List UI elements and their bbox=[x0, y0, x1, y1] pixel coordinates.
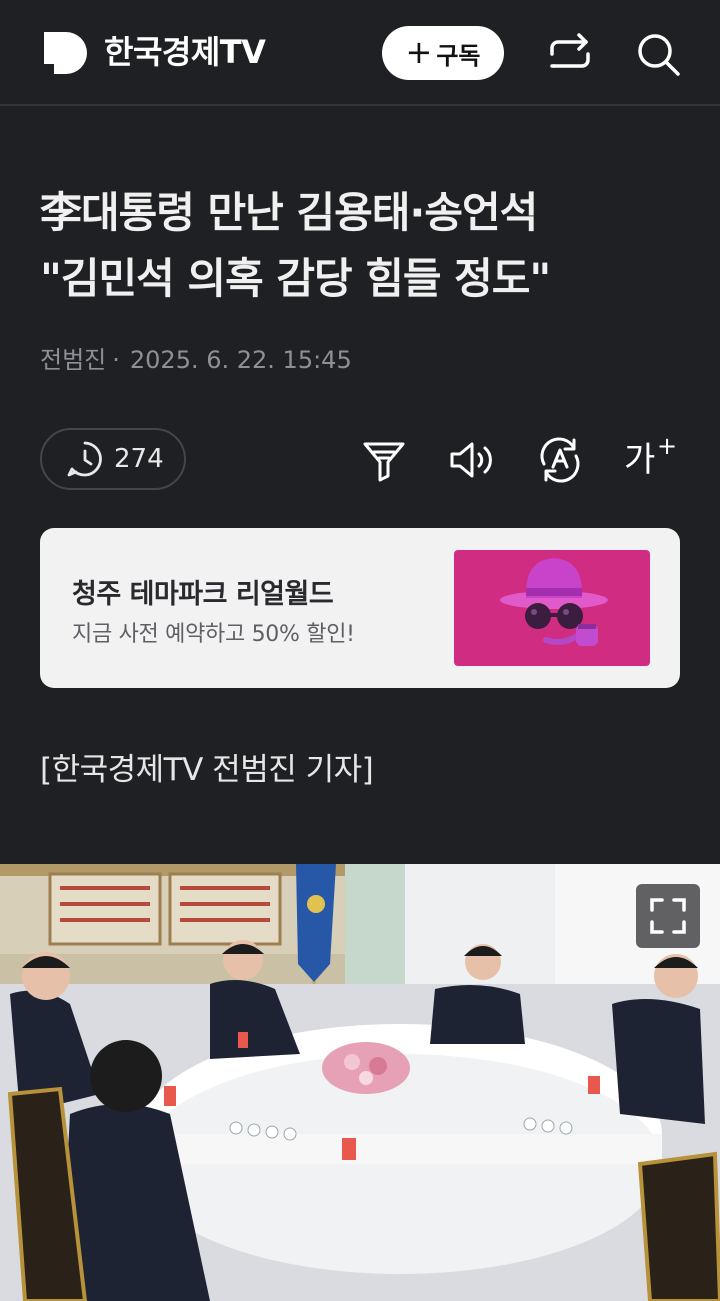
font-size-icon[interactable]: 가 + bbox=[624, 432, 677, 484]
headline-line-2: "김민석 의혹 감당 힘들 정도" bbox=[40, 254, 551, 303]
author-name[interactable]: 전범진 bbox=[40, 346, 106, 374]
translate-icon[interactable] bbox=[536, 436, 584, 484]
article-photo[interactable] bbox=[0, 864, 720, 1301]
brand-logo-icon[interactable] bbox=[42, 30, 88, 76]
share-icon[interactable] bbox=[546, 30, 594, 78]
byline: 전범진 · 2025. 6. 22. 15:45 bbox=[40, 342, 352, 378]
speaker-icon[interactable] bbox=[448, 436, 496, 484]
comment-count: 274 bbox=[114, 444, 164, 474]
byline-separator: · bbox=[112, 346, 120, 374]
ad-image bbox=[454, 550, 650, 666]
brand-name[interactable]: 한국경제TV bbox=[104, 30, 266, 74]
disguise-character-icon bbox=[500, 558, 608, 646]
plus-icon: + bbox=[405, 32, 433, 71]
meeting-photo-illustration bbox=[0, 864, 720, 1301]
publish-datetime: 2025. 6. 22. 15:45 bbox=[129, 346, 352, 374]
article-headline: 李대통령 만난 김용태·송언석 "김민석 의혹 감당 힘들 정도" bbox=[40, 180, 680, 312]
plus-superscript: + bbox=[657, 432, 678, 460]
comment-icon bbox=[67, 441, 102, 477]
ad-title: 청주 테마파크 리얼월드 bbox=[72, 579, 334, 610]
subscribe-label: 구독 bbox=[436, 41, 481, 70]
ad-subtitle: 지금 사전 예약하고 50% 할인! bbox=[72, 622, 355, 647]
fullscreen-icon bbox=[650, 898, 686, 934]
search-icon[interactable] bbox=[634, 30, 682, 78]
top-app-bar: 한국경제TV + 구독 bbox=[0, 0, 720, 106]
comments-button[interactable]: 274 bbox=[40, 428, 186, 490]
fullscreen-button[interactable] bbox=[636, 884, 700, 948]
headline-line-1: 李대통령 만난 김용태·송언석 bbox=[40, 188, 538, 237]
reporter-tag: [한국경제TV 전범진 기자] bbox=[40, 752, 374, 788]
ad-banner[interactable]: 청주 테마파크 리얼월드 지금 사전 예약하고 50% 할인! bbox=[40, 528, 680, 688]
subscribe-button[interactable]: + 구독 bbox=[382, 26, 504, 80]
font-size-label: 가 bbox=[624, 440, 656, 480]
filter-icon[interactable] bbox=[360, 436, 408, 484]
